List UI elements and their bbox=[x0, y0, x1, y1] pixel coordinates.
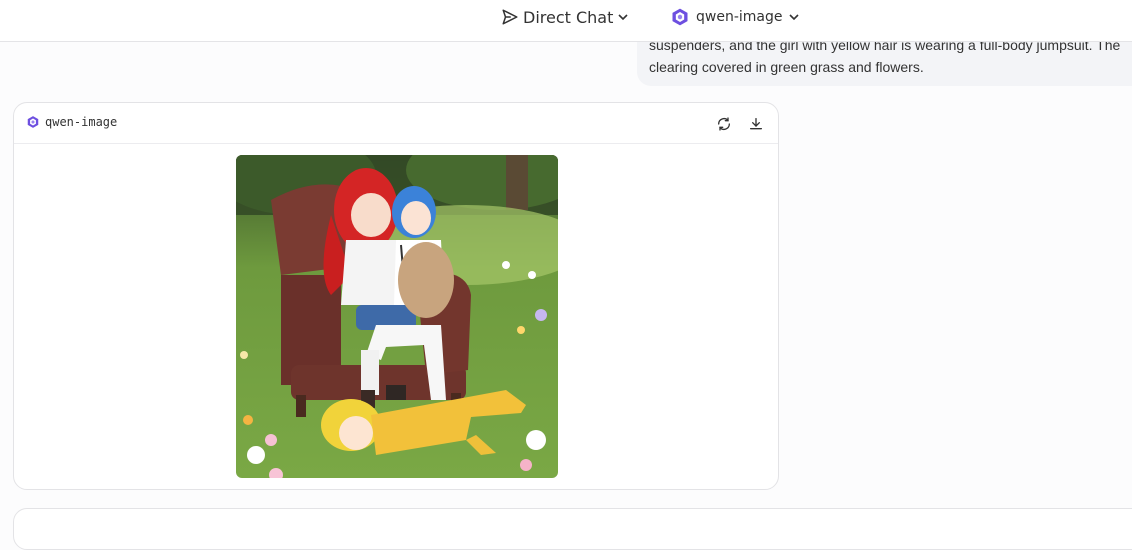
generated-image[interactable] bbox=[236, 155, 558, 478]
model-label: qwen-image bbox=[696, 9, 783, 25]
response-model-name: qwen-image bbox=[45, 115, 118, 129]
assistant-response-card: qwen-image bbox=[13, 102, 779, 490]
send-icon bbox=[501, 8, 519, 26]
refresh-icon bbox=[716, 116, 732, 132]
chat-input-box[interactable] bbox=[13, 508, 1132, 550]
top-bar: Direct Chat qwen-image bbox=[0, 0, 1132, 42]
qwen-logo-icon bbox=[26, 115, 40, 129]
user-message-line: clearing covered in green grass and flow… bbox=[649, 59, 924, 75]
model-selector[interactable]: qwen-image bbox=[670, 6, 800, 28]
qwen-logo-icon bbox=[670, 7, 690, 27]
chat-mode-selector[interactable]: Direct Chat bbox=[501, 6, 629, 28]
download-button[interactable] bbox=[747, 115, 765, 133]
response-header: qwen-image bbox=[14, 103, 778, 144]
chevron-down-icon bbox=[617, 11, 629, 23]
response-model-tag: qwen-image bbox=[26, 115, 117, 129]
regenerate-button[interactable] bbox=[715, 115, 733, 133]
download-icon bbox=[748, 116, 764, 132]
chat-mode-label: Direct Chat bbox=[523, 7, 614, 27]
chevron-down-icon bbox=[788, 11, 800, 23]
